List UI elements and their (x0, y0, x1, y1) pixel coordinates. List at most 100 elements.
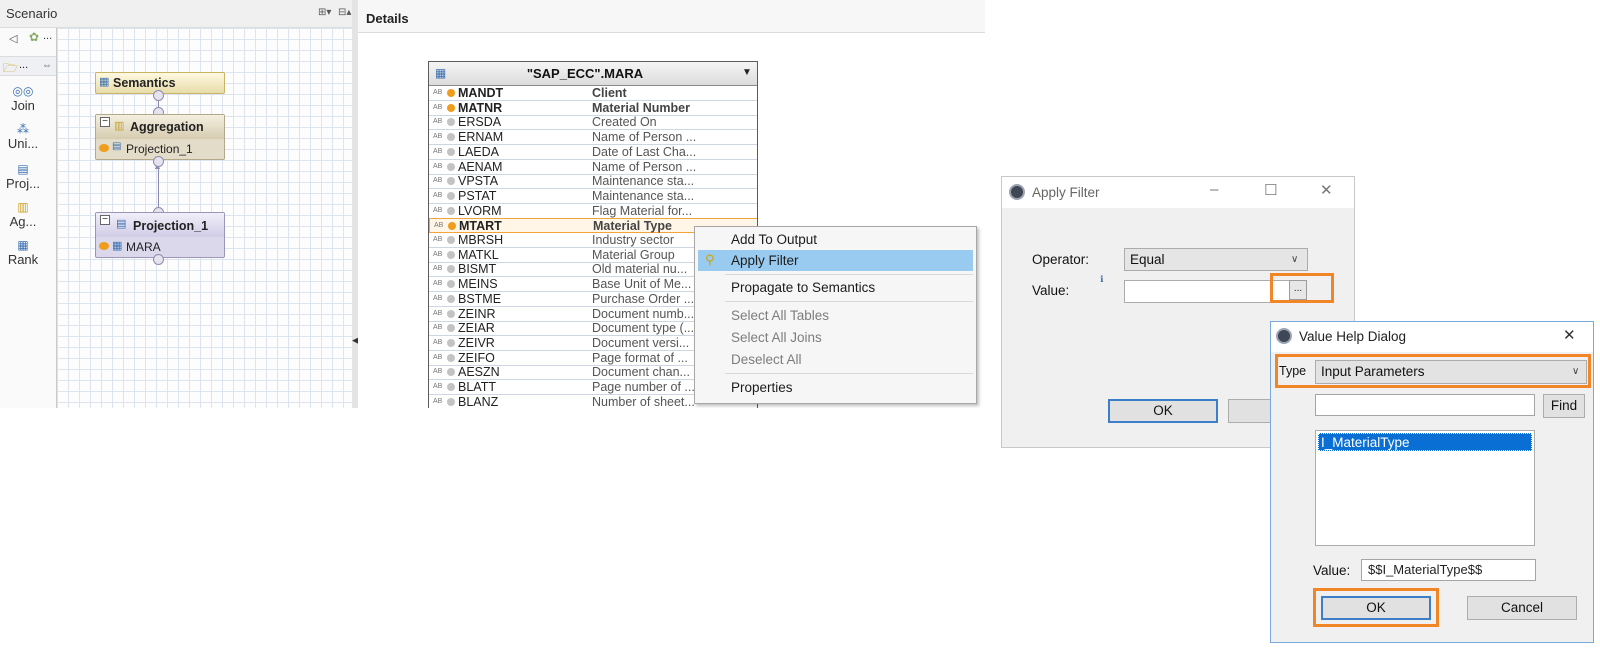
link-icon[interactable]: ⇔ (42, 60, 52, 71)
ok-button[interactable]: OK (1108, 399, 1218, 423)
datatype-icon: AB (433, 191, 443, 199)
menu-separator (725, 274, 973, 275)
column-icon (447, 177, 455, 186)
column-icon (447, 280, 455, 289)
palette-projection[interactable]: ▤ Proj... (0, 162, 46, 191)
details-title: Details (366, 11, 409, 26)
scenario-canvas[interactable]: ▲ ▦ Semantics − ▥ Aggregation ▤ Projecti… (57, 28, 357, 408)
palette-rank-label: Rank (7, 252, 39, 267)
column-description: Page format of ... (592, 350, 688, 365)
projection-icon: ▤ (112, 141, 122, 152)
table-row[interactable]: AB ERSDA Created On (429, 115, 757, 131)
modeler-screenshot: Scenario ⊞▾ ⊟▴ ◁ ✿ ... 🗁 ... ⇔ ◎◎ Join ⁂… (0, 0, 985, 408)
menu-properties[interactable]: Properties (731, 380, 793, 395)
datatype-icon: AB (433, 353, 443, 361)
menu-add-to-output[interactable]: Add To Output (731, 232, 817, 247)
filter-value-input[interactable] (1124, 280, 1290, 303)
column-icon (447, 353, 455, 362)
collapse-all-icon[interactable]: ⊟▴ (338, 7, 351, 18)
semantics-icon: ▦ (99, 76, 110, 88)
aggregation-node-title: Aggregation (130, 120, 204, 134)
table-row[interactable]: AB MATNR Material Number (429, 100, 757, 116)
collapse-node-icon[interactable]: − (100, 117, 110, 127)
column-description: Document chan... (592, 365, 690, 380)
palette-folder-row[interactable]: 🗁 ... ⇔ (0, 56, 56, 76)
datatype-icon: AB (433, 250, 443, 258)
column-description: Flag Material for... (592, 203, 693, 218)
list-item[interactable]: I_MaterialType (1318, 433, 1532, 451)
rank-icon: ▦ (17, 238, 29, 252)
eclipse-app-icon (1009, 184, 1025, 200)
column-name: MATNR (458, 100, 503, 115)
menu-apply-filter[interactable]: Apply Filter (731, 253, 799, 268)
column-name: AENAM (458, 159, 503, 174)
value-input[interactable]: $$I_MaterialType$$ (1361, 559, 1536, 581)
table-row[interactable]: AB LAEDA Date of Last Cha... (429, 145, 757, 160)
menu-separator (725, 373, 973, 374)
column-name: LVORM (458, 203, 502, 218)
value-help-dialog: Value Help Dialog ✕ Type Input Parameter… (1270, 321, 1594, 643)
aggregation-node[interactable]: − ▥ Aggregation ▤ Projection_1 (95, 114, 225, 160)
connector-dot[interactable] (153, 254, 164, 265)
dropdown-icon[interactable]: ▼ (742, 67, 752, 78)
palette-union-label: Uni... (7, 136, 39, 151)
column-description: Name of Person ... (592, 159, 697, 174)
table-row[interactable]: AB AENAM Name of Person ... (429, 159, 757, 175)
maximize-icon[interactable]: ☐ (1264, 181, 1277, 199)
back-arrow-icon[interactable]: ◁ (9, 32, 17, 45)
column-icon (447, 250, 455, 259)
menu-propagate-to-semantics[interactable]: Propagate to Semantics (731, 280, 875, 295)
column-icon (447, 309, 455, 318)
column-description: Old material nu... (592, 262, 688, 277)
collapse-node-icon[interactable]: − (100, 215, 110, 225)
column-description: Document numb... (592, 306, 695, 321)
palette-folder-label: ... (19, 59, 29, 71)
column-name: ZEIFO (458, 350, 495, 365)
expand-all-icon[interactable]: ⊞▾ (318, 7, 331, 18)
projection-node[interactable]: − ▤ Projection_1 ▦ MARA (95, 212, 225, 258)
operator-select[interactable]: Equal ∨ (1124, 248, 1308, 271)
parameter-list[interactable]: I_MaterialType (1315, 430, 1535, 546)
column-icon (447, 294, 455, 303)
search-input[interactable] (1315, 394, 1535, 416)
palette-union[interactable]: ⁂ Uni... (0, 122, 46, 151)
column-name: ZEIAR (458, 321, 495, 336)
aggregation-input-label: Projection_1 (126, 142, 193, 156)
column-name: ZEINR (458, 306, 496, 321)
close-icon[interactable]: ✕ (1320, 181, 1333, 199)
operator-value: Equal (1130, 252, 1165, 267)
connector-dot[interactable] (153, 90, 164, 101)
minimize-icon[interactable]: – (1210, 181, 1218, 198)
table-row[interactable]: AB MANDT Client (429, 86, 757, 101)
column-name: PSTAT (458, 188, 497, 203)
column-icon (447, 383, 455, 391)
table-row[interactable]: AB PSTAT Maintenance sta... (429, 188, 757, 204)
column-icon (447, 118, 455, 127)
palette-settings-icon[interactable]: ✿ (29, 30, 39, 44)
projection-icon: ▤ (17, 162, 29, 176)
chevron-down-icon: ∨ (1291, 254, 1299, 265)
palette-aggregation[interactable]: ▥ Ag... (0, 200, 46, 229)
menu-select-all-joins: Select All Joins (731, 330, 822, 345)
connector-dot[interactable] (153, 156, 164, 167)
table-row[interactable]: AB ERNAM Name of Person ... (429, 130, 757, 146)
palette-join[interactable]: ◎◎ Join (0, 84, 46, 113)
column-icon (447, 133, 455, 142)
find-button[interactable]: Find (1543, 394, 1585, 418)
value-label: Value: (1032, 283, 1070, 298)
scenario-title: Scenario (6, 6, 58, 21)
aggregation-icon: ▥ (114, 120, 125, 132)
table-row[interactable]: AB LVORM Flag Material for... (429, 203, 757, 219)
table-row[interactable]: AB VPSTA Maintenance sta... (429, 174, 757, 190)
column-description: Material Type (593, 219, 672, 234)
operator-label: Operator: (1032, 252, 1090, 267)
column-icon (447, 265, 455, 274)
filter-icon: ⚲ (705, 252, 715, 267)
close-icon[interactable]: ✕ (1563, 326, 1576, 344)
column-icon (447, 397, 455, 406)
table-icon: ▦ (112, 240, 123, 252)
details-header (358, 0, 985, 33)
palette-rank[interactable]: ▦ Rank (0, 238, 46, 267)
cancel-button[interactable]: Cancel (1467, 596, 1577, 620)
projection-input-label: MARA (126, 240, 161, 254)
